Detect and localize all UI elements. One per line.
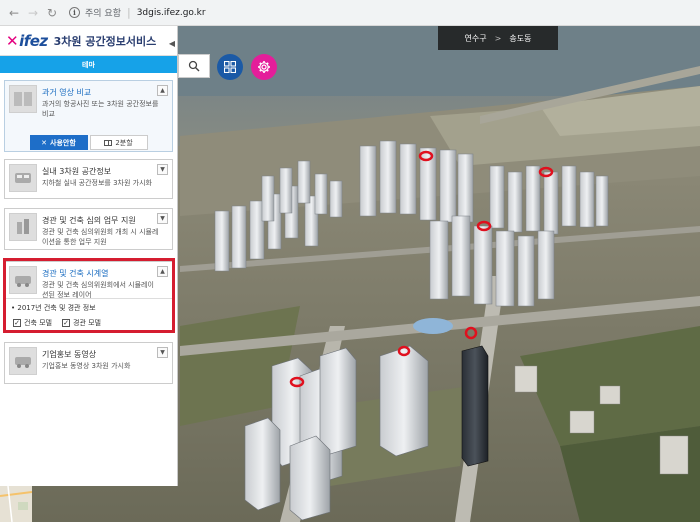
disable-button-label: 사용안함 <box>50 138 76 147</box>
compare-buttons: ✕ 사용안함 2분할 <box>5 133 172 153</box>
card-past-imagery[interactable]: 과거 영상 비교 과거의 항공사진 또는 3차원 공간정보를 비교 ▲ ✕ 사용… <box>4 80 173 152</box>
card-toggle-button[interactable]: ▼ <box>157 347 168 358</box>
card-description: 기업홍보 동영상 3차원 가시화 <box>42 362 131 370</box>
split-view-label: 2분할 <box>115 138 133 147</box>
split-screen-icon <box>104 139 113 146</box>
app-title: 3차원 공간정보서비스 <box>53 34 157 48</box>
logo-mark: ✕ifez <box>6 31 48 50</box>
browser-address-bar: ← → ↻ i 주의 요함 | 3dgis.ifez.go.kr <box>0 0 700 26</box>
location-indicator: 연수구 > 송도동 <box>438 26 558 50</box>
settings-button[interactable] <box>251 54 277 80</box>
url-field[interactable]: 3dgis.ifez.go.kr <box>137 8 206 18</box>
location-dong: 송도동 <box>509 33 532 43</box>
card-description: 과거의 항공사진 또는 3차원 공간정보를 비교 <box>42 100 159 118</box>
selection-highlight <box>3 258 175 333</box>
location-district: 연수구 <box>464 33 487 43</box>
card-toggle-button[interactable]: ▼ <box>157 213 168 224</box>
card-toggle-button[interactable]: ▲ <box>157 85 168 96</box>
close-icon: ✕ <box>41 138 48 147</box>
card-indoor-3d[interactable]: 실내 3차원 공간정보 지하철 실내 공간정보를 3차원 가시화 ▼ <box>4 159 173 199</box>
arrow-left-icon[interactable]: ← <box>6 5 22 21</box>
search-button[interactable] <box>178 54 210 78</box>
card-title: 과거 영상 비교 <box>42 88 92 97</box>
location-separator: > <box>494 33 502 43</box>
minimap-tiles <box>0 486 32 522</box>
subway-thumbnail-icon <box>9 164 37 192</box>
card-description: 지하철 실내 공간정보를 3차원 가시화 <box>42 179 152 187</box>
building-thumbnail-icon <box>9 213 37 241</box>
split-view-button[interactable]: 2분할 <box>89 135 148 150</box>
layer-grid-button[interactable] <box>217 54 243 80</box>
gear-icon <box>258 61 270 73</box>
card-title: 기업홍보 동영상 <box>42 350 97 359</box>
ifez-logo[interactable]: ✕ifez <box>6 32 48 50</box>
theme-panel: ✕ifez 3차원 공간정보서비스 ◀ 테마 과거 영상 비교 과거의 항공사진… <box>0 26 178 486</box>
card-title: 경관 및 건축 심의 업무 지원 <box>42 216 136 225</box>
search-icon <box>188 60 200 72</box>
reload-icon[interactable]: ↻ <box>44 5 60 21</box>
tab-theme[interactable]: 테마 <box>0 56 177 73</box>
compare-thumbnail-icon <box>9 85 37 113</box>
card-review-support[interactable]: 경관 및 건축 심의 업무 지원 경관 및 건축 심의위원회 개최 시 시뮬레이… <box>4 208 173 250</box>
card-title: 실내 3차원 공간정보 <box>42 167 112 176</box>
security-label[interactable]: 주의 요함 <box>85 6 121 19</box>
card-toggle-button[interactable]: ▼ <box>157 164 168 175</box>
card-company-video[interactable]: 기업홍보 동영상 기업홍보 동영상 3차원 가시화 ▼ <box>4 342 173 384</box>
collapse-panel-button[interactable]: ◀ <box>167 34 177 52</box>
arrow-right-icon[interactable]: → <box>25 5 41 21</box>
url-separator: | <box>126 6 131 19</box>
disable-button[interactable]: ✕ 사용안함 <box>29 135 88 150</box>
grid-icon <box>224 61 236 73</box>
info-icon[interactable]: i <box>69 7 80 18</box>
panel-header: ✕ifez 3차원 공간정보서비스 ◀ <box>0 26 177 56</box>
minimap[interactable] <box>0 486 32 522</box>
card-description: 경관 및 건축 심의위원회 개최 시 시뮬레이션을 통한 업무 지원 <box>42 228 159 246</box>
video-thumbnail-icon <box>9 347 37 375</box>
